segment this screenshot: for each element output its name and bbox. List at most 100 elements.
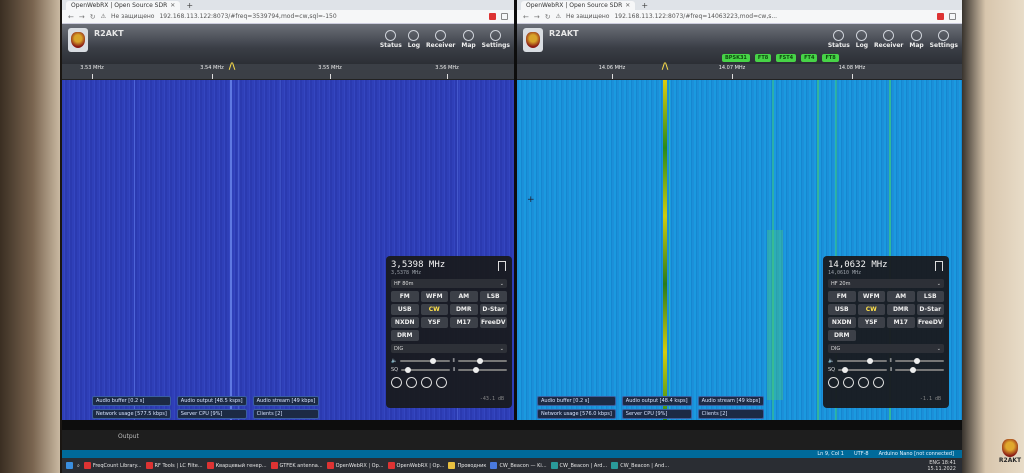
right-address-bar[interactable]: ← → ↻ ⚠ Не защищено 192.168.113.122:8073… [517,10,962,24]
mode-dmr-button[interactable]: DMR [887,304,915,315]
left-waterfall[interactable]: 3,5398 MHz 3,5378 MHz HF 80m ⌄ FM WFM AM … [62,80,514,420]
mode-m17-button[interactable]: M17 [450,317,478,328]
taskbar-item[interactable]: CW_Beacon — Ki... [490,462,547,469]
zoom-out-icon[interactable] [843,377,854,388]
new-tab-icon[interactable]: + [186,1,193,10]
close-icon[interactable]: ✕ [170,2,175,9]
menu-settings[interactable]: Settings [482,30,510,49]
clock-date[interactable]: 15.11.2022 [927,466,956,472]
right-waterfall[interactable]: + 14,0632 MHz 14,0610 MHz HF 20m ⌄ FM WFM… [517,80,962,420]
menu-receiver[interactable]: Receiver [874,30,903,49]
left-frequency-scale[interactable]: 3.53 MHz 3.54 MHz 3.55 MHz 3.56 MHz /\ [62,62,514,80]
frequency-display[interactable]: 14,0632 MHz [828,260,944,270]
forward-icon[interactable]: → [534,13,540,21]
digital-mode-select[interactable]: DIG ⌄ [828,344,944,353]
mode-nxdn-button[interactable]: NXDN [391,317,419,328]
start-icon[interactable] [66,462,73,469]
mode-am-button[interactable]: AM [887,291,915,302]
taskbar-item[interactable]: CW_Beacon | Ard... [550,462,607,469]
tuning-marker-icon[interactable]: /\ [662,62,669,72]
new-tab-icon[interactable]: + [641,1,648,10]
band-select[interactable]: HF 80m ⌄ [391,279,507,288]
mode-ysf-button[interactable]: YSF [420,317,448,328]
mode-drm-button[interactable]: DRM [391,330,419,341]
menu-log[interactable]: Log [856,30,868,49]
search-icon[interactable]: ⌕ [77,463,80,469]
taskbar-item[interactable]: FreqCount Library... [83,462,142,469]
bookmark-ft8-2[interactable]: FT8 [822,54,839,62]
taskbar-item[interactable]: OpenWebRX | Op... [387,462,444,469]
zoom-full-icon[interactable] [436,377,447,388]
taskbar-item[interactable]: OpenWebRX | Op... [326,462,384,469]
forward-icon[interactable]: → [79,13,85,21]
mode-fm-button[interactable]: FM [828,291,856,302]
taskbar-item[interactable]: GTFEK antenna... [270,462,323,469]
mode-wfm-button[interactable]: WFM [420,291,448,302]
mode-freedv-button[interactable]: FreeDV [479,317,507,328]
menu-map[interactable]: Map [461,30,476,49]
menu-status[interactable]: Status [828,30,850,49]
mode-lsb-button[interactable]: LSB [479,291,507,302]
squelch-slider[interactable] [838,366,887,373]
reload-icon[interactable]: ↻ [545,13,551,21]
extension-icon[interactable] [489,13,496,20]
menu-log[interactable]: Log [408,30,420,49]
mode-cw-button[interactable]: CW [857,304,885,315]
bookmark-fst4[interactable]: FST4 [776,54,797,62]
waterfall-level-slider[interactable] [458,366,507,373]
board-status[interactable]: Arduino Nano [not connected] [879,451,954,457]
mode-fm-button[interactable]: FM [391,291,419,302]
mode-drm-button[interactable]: DRM [828,330,856,341]
waterfall-level-slider[interactable] [895,366,944,373]
mode-dstar-button[interactable]: D-Star [479,304,507,315]
extension-icon[interactable] [937,13,944,20]
right-url[interactable]: 192.168.113.122:8073/#freq=14063223,mod=… [614,13,932,20]
mode-dmr-button[interactable]: DMR [450,304,478,315]
mode-cw-button[interactable]: CW [420,304,448,315]
taskbar-item[interactable]: Кварцевый генер... [206,462,267,469]
bookmark-icon[interactable] [498,261,506,271]
bookmark-ft8[interactable]: FT8 [754,54,772,62]
volume-slider[interactable] [837,357,887,364]
left-url[interactable]: 192.168.113.122:8073/#freq=3539794,mod=c… [159,13,484,20]
right-browser-tab[interactable]: OpenWebRX | Open Source SDR ✕ [521,0,636,10]
menu-receiver[interactable]: Receiver [426,30,455,49]
volume-slider[interactable] [400,357,450,364]
mode-nxdn-button[interactable]: NXDN [828,317,856,328]
zoom-center-icon[interactable] [421,377,432,388]
mode-am-button[interactable]: AM [450,291,478,302]
mode-dstar-button[interactable]: D-Star [916,304,944,315]
mode-lsb-button[interactable]: LSB [916,291,944,302]
right-frequency-scale[interactable]: 14.06 MHz 14.07 MHz 14.08 MHz /\ [517,62,962,80]
squelch-slider[interactable] [401,366,450,373]
zoom-in-icon[interactable] [828,377,839,388]
frequency-display[interactable]: 3,5398 MHz [391,260,507,270]
bookmark-icon[interactable] [935,261,943,271]
bookmark-ft4[interactable]: FT4 [801,54,818,62]
nr-slider[interactable] [457,357,507,364]
nr-slider[interactable] [894,357,944,364]
output-tab[interactable]: Output [118,433,139,440]
taskbar-item[interactable]: Проводник [448,462,486,469]
mode-wfm-button[interactable]: WFM [857,291,885,302]
tuning-marker-icon[interactable]: /\ [229,62,236,72]
left-address-bar[interactable]: ← → ↻ ⚠ Не защищено 192.168.113.122:8073… [62,10,514,24]
taskbar-item[interactable]: RF Tools | LC Filte... [145,462,203,469]
mode-ysf-button[interactable]: YSF [857,317,885,328]
mode-usb-button[interactable]: USB [391,304,419,315]
menu-map[interactable]: Map [909,30,924,49]
reload-icon[interactable]: ↻ [90,13,96,21]
mode-usb-button[interactable]: USB [828,304,856,315]
mode-m17-button[interactable]: M17 [887,317,915,328]
taskbar-item[interactable]: CW_Beacon | And... [611,462,669,469]
sidebar-icon[interactable] [501,13,508,20]
zoom-in-icon[interactable] [391,377,402,388]
back-icon[interactable]: ← [68,13,74,21]
left-browser-tab[interactable]: OpenWebRX | Open Source SDR ✕ [66,0,181,10]
menu-settings[interactable]: Settings [930,30,958,49]
digital-mode-select[interactable]: DIG ⌄ [391,344,507,353]
close-icon[interactable]: ✕ [625,2,630,9]
menu-status[interactable]: Status [380,30,402,49]
zoom-out-icon[interactable] [406,377,417,388]
back-icon[interactable]: ← [523,13,529,21]
